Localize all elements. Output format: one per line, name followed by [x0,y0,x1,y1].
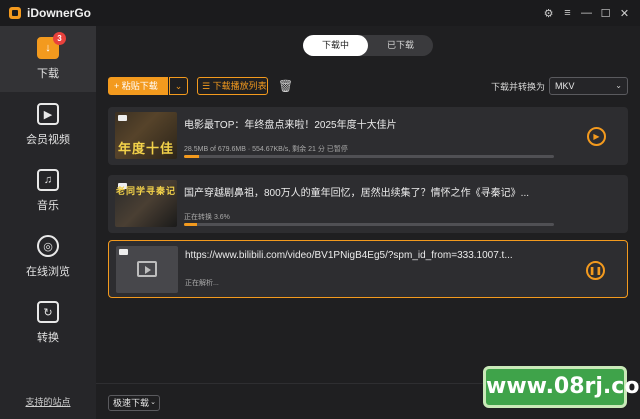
sidebar-item-download[interactable]: ↓ 3 下载 [0,26,96,92]
sidebar-item-label: 转换 [37,332,59,344]
video-thumbnail: 老同学寻秦记 [115,180,177,227]
thumbnail-caption: 年度十佳 [117,141,174,156]
browser-icon: ◎ [37,235,59,257]
video-thumbnail: 年度十佳 [115,112,177,159]
download-item[interactable]: 年度十佳 电影最TOP：年终盘点来啦！2025年度十大佳片 28.5MB of … [108,107,628,165]
convert-format-label: 下载并转换为 [490,82,545,92]
progress-fill [184,223,198,226]
tab-downloading[interactable]: 下载中 [303,35,368,56]
download-count-badge: 3 [53,32,66,45]
speed-mode-value: 极速下载 [113,398,150,408]
play-icon: ▶ [37,103,59,125]
speed-mode-select[interactable]: 极速下载 ⌄ [108,395,160,411]
download-tabs: 下载中 已下载 [303,35,433,56]
sidebar-item-label: 会员视频 [26,134,70,146]
sidebar-item-label: 下载 [37,68,59,80]
film-icon [137,261,157,277]
app-logo-icon [9,7,21,19]
sidebar-item-member-video[interactable]: ▶ 会员视频 [0,92,96,158]
download-playlist-button[interactable]: ☰ 下载播放列表 [197,77,268,95]
title-bar: iDownerGo ⚙ ≡ — ☐ ✕ [0,0,640,26]
sidebar-item-browser[interactable]: ◎ 在线浏览 [0,224,96,290]
close-icon[interactable]: ✕ [615,7,634,20]
window-controls: ⚙ ≡ — ☐ ✕ [539,0,634,26]
tab-downloaded[interactable]: 已下载 [368,35,433,56]
paste-download-button[interactable]: + 粘贴下载 [108,77,168,95]
download-item[interactable]: 老同学寻秦记 国产穿越剧鼻祖，800万人的童年回忆，居然出续集了？情怀之作《寻秦… [108,175,628,233]
chevron-down-icon: ⌄ [615,81,622,90]
app-title: iDownerGo [27,6,92,20]
download-title: https://www.bilibili.com/video/BV1PNigB4… [185,250,513,261]
format-select[interactable]: MKV ⌄ [549,77,628,95]
menu-icon[interactable]: ≡ [558,7,577,19]
download-icon: ↓ 3 [37,32,66,59]
download-item[interactable]: https://www.bilibili.com/video/BV1PNigB4… [108,240,628,298]
thumbnail-caption: 老同学寻秦记 [115,186,176,196]
convert-icon: ↻ [37,301,59,323]
music-icon: ♫ [37,169,59,191]
format-value: MKV [555,81,575,91]
supported-sites-link[interactable]: 支持的站点 [0,395,96,408]
trash-icon[interactable]: 🗑 [278,78,293,94]
settings-icon[interactable]: ⚙ [539,7,558,20]
site-watermark: www.08rj.com [483,366,640,408]
main-panel: 下载中 已下载 + 粘贴下载 ⌄ ☰ 下载播放列表 🗑 下载并转换为 MKV ⌄… [96,26,640,419]
download-status: 28.5MB of 679.6MB · 554.67KB/s, 剩余 21 分 … [184,146,348,153]
download-title: 国产穿越剧鼻祖，800万人的童年回忆，居然出续集了？情怀之作《寻秦记》... [184,188,530,199]
sidebar-item-label: 在线浏览 [26,266,70,278]
sidebar: ↓ 3 下载 ▶ 会员视频 ♫ 音乐 ◎ 在线浏览 ↻ 转换 支持的站点 [0,26,96,419]
download-status: 正在转换 3.6% [184,214,230,221]
minimize-icon[interactable]: — [577,7,596,19]
video-camera-icon [118,115,127,121]
chevron-down-icon[interactable]: ⌄ [169,77,188,95]
pause-icon[interactable]: ❚❚ [586,261,605,280]
download-progress-bar [184,155,554,158]
progress-fill [184,155,199,158]
sidebar-item-label: 音乐 [37,200,59,212]
download-title: 电影最TOP：年终盘点来啦！2025年度十大佳片 [184,120,397,131]
video-camera-icon [119,249,128,255]
toolbar: + 粘贴下载 ⌄ ☰ 下载播放列表 🗑 下载并转换为 MKV ⌄ [108,77,628,95]
resume-icon[interactable]: ▶ [587,127,606,146]
download-progress-bar [184,223,554,226]
sidebar-item-convert[interactable]: ↻ 转换 [0,290,96,356]
download-status: 正在解析... [185,280,219,287]
video-thumbnail [116,246,178,293]
sidebar-item-music[interactable]: ♫ 音乐 [0,158,96,224]
maximize-icon[interactable]: ☐ [596,7,615,20]
chevron-down-icon: ⌄ [150,399,156,406]
